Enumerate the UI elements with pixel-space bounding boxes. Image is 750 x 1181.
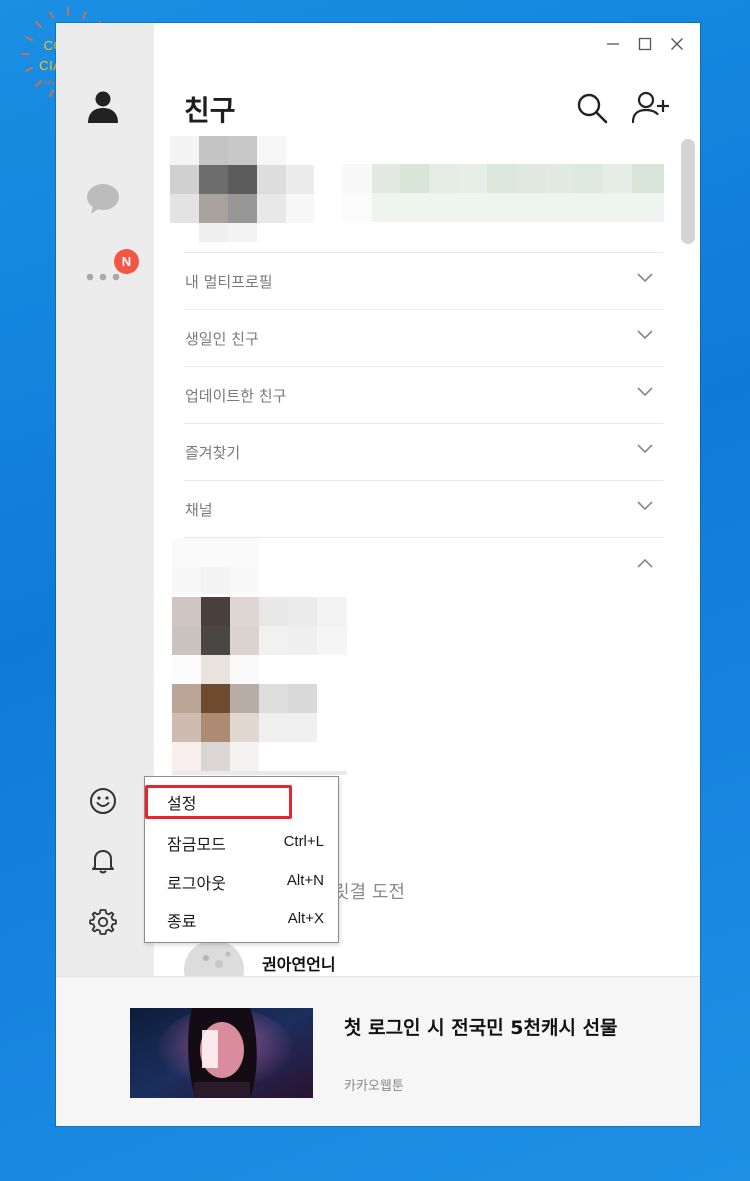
section-favorites[interactable]: 즐겨찾기 [184, 423, 663, 480]
pixelated-image [172, 538, 259, 594]
avatar-image [184, 940, 244, 976]
section-label: 생일인 친구 [185, 330, 259, 348]
section-channels[interactable]: 채널 [184, 480, 663, 537]
sidebar-item-emoticon[interactable] [85, 783, 121, 819]
friend-entry-2[interactable] [172, 655, 347, 775]
pixelated-image [172, 655, 347, 775]
gear-icon [89, 909, 117, 935]
settings-highlight-box [145, 785, 292, 819]
smiley-icon [90, 788, 116, 814]
search-icon [577, 93, 608, 124]
chevron-down-icon [637, 273, 653, 283]
sidebar: N [56, 23, 154, 976]
sidebar-item-settings[interactable] [85, 904, 121, 940]
pixelated-name-image [342, 164, 664, 222]
minimize-button[interactable] [606, 37, 620, 51]
menu-shortcut: Alt+N [286, 872, 324, 889]
menu-shortcut: Alt+X [287, 910, 324, 927]
window-controls [606, 37, 684, 51]
section-multiprofile[interactable]: 내 멀티프로필 [184, 252, 663, 309]
bell-icon [92, 850, 114, 874]
my-profile-avatar[interactable] [170, 136, 314, 242]
chevron-up-icon [637, 558, 653, 568]
page-title: 친구 [184, 94, 236, 127]
friend-entry-1[interactable] [172, 597, 347, 655]
menu-label: 종료 [167, 912, 197, 931]
section-label: 업데이트한 친구 [185, 387, 287, 405]
chevron-down-icon [637, 444, 653, 454]
add-friend-icon [631, 91, 669, 124]
close-icon [671, 38, 683, 50]
menu-label: 잠금모드 [167, 835, 226, 854]
section-label: 내 멀티프로필 [185, 273, 273, 291]
pixelated-avatar-image [170, 136, 314, 242]
person-icon [88, 91, 118, 123]
maximize-icon [638, 37, 652, 51]
pixelated-friend-header [172, 538, 262, 594]
friend-status-text: 릿결 도전 [333, 882, 405, 903]
scrollbar-thumb[interactable] [681, 139, 695, 244]
new-badge: N [114, 249, 139, 274]
ad-banner[interactable]: 첫 로그인 시 전국민 5천캐시 선물 카카오웹툰 [56, 976, 700, 1126]
chat-bubble-icon [87, 184, 119, 214]
sidebar-item-notifications[interactable] [85, 843, 121, 879]
chevron-down-icon [637, 387, 653, 397]
ad-thumbnail[interactable] [130, 1008, 313, 1098]
chevron-down-icon [637, 501, 653, 511]
my-profile-name [342, 164, 664, 222]
chevron-down-icon [637, 330, 653, 340]
minimize-icon [607, 43, 619, 45]
menu-item-lock-mode[interactable]: 잠금모드 Ctrl+L [145, 822, 338, 862]
close-button[interactable] [670, 37, 684, 51]
pixelated-image [172, 597, 347, 655]
friend-name[interactable]: 권아연언니 [262, 951, 336, 975]
section-birthday-friends[interactable]: 생일인 친구 [184, 309, 663, 366]
menu-shortcut: Ctrl+L [283, 833, 324, 850]
add-friend-button[interactable] [631, 91, 671, 125]
ad-title[interactable]: 첫 로그인 시 전국민 5천캐시 선물 [344, 1014, 644, 1042]
search-button[interactable] [575, 91, 609, 125]
ad-source: 카카오웹툰 [344, 1079, 404, 1094]
section-label: 즐겨찾기 [185, 444, 241, 462]
menu-item-exit[interactable]: 종료 Alt+X [145, 899, 338, 939]
more-dots-icon [86, 273, 120, 281]
webtoon-thumbnail-image [130, 1008, 313, 1098]
kakaotalk-window: N 친구 내 멀티프로필 생일인 친구 업데이트한 친구 즐겨찾기 채널 릿결 … [56, 23, 700, 1126]
sidebar-item-chats[interactable] [85, 181, 121, 217]
maximize-button[interactable] [638, 37, 652, 51]
menu-item-logout[interactable]: 로그아웃 Alt+N [145, 861, 338, 901]
section-updated-friends[interactable]: 업데이트한 친구 [184, 366, 663, 423]
section-label: 채널 [185, 501, 213, 519]
menu-label: 로그아웃 [167, 874, 226, 893]
sidebar-item-friends[interactable] [85, 89, 121, 125]
friend-avatar[interactable] [184, 940, 244, 976]
